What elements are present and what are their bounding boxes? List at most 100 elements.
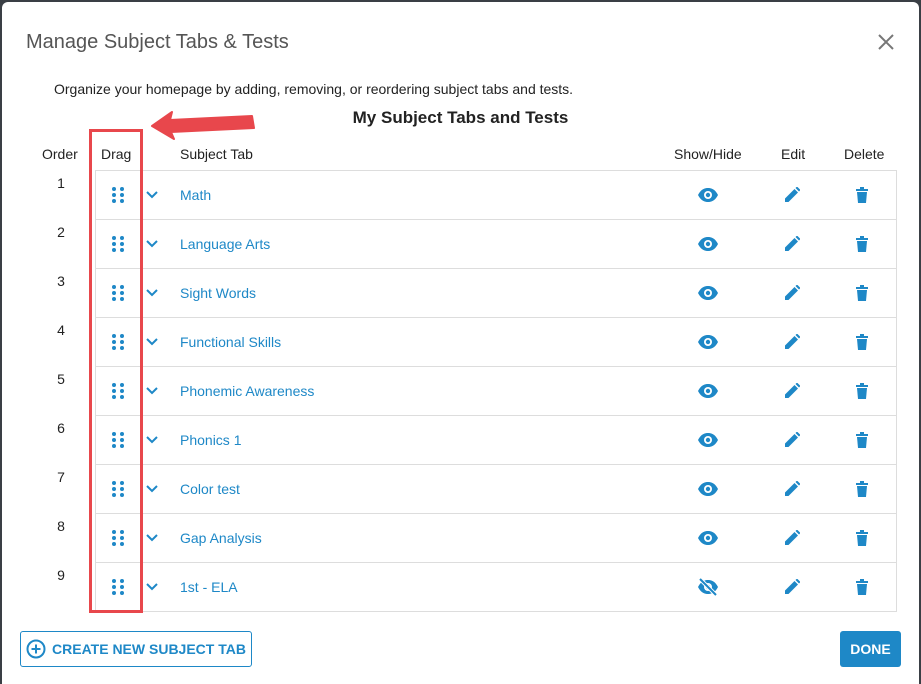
done-button[interactable]: DONE: [840, 631, 901, 667]
table-row: Color test: [96, 465, 896, 514]
show-hide-toggle[interactable]: [696, 171, 720, 219]
trash-icon: [855, 236, 869, 252]
column-header-show-hide: Show/Hide: [674, 146, 742, 162]
drag-handle-icon: [111, 284, 125, 302]
delete-button[interactable]: [852, 563, 872, 611]
show-hide-toggle[interactable]: [696, 367, 720, 415]
subject-tab-name[interactable]: Phonics 1: [180, 416, 241, 464]
subject-tab-name[interactable]: Language Arts: [180, 220, 270, 268]
trash-icon: [855, 187, 869, 203]
drag-handle[interactable]: [108, 563, 128, 611]
table-row: Functional Skills: [96, 318, 896, 367]
expand-toggle[interactable]: [144, 367, 160, 415]
drag-handle[interactable]: [108, 367, 128, 415]
show-hide-toggle[interactable]: [696, 416, 720, 464]
expand-toggle[interactable]: [144, 514, 160, 562]
delete-button[interactable]: [852, 514, 872, 562]
close-button[interactable]: [875, 31, 897, 53]
expand-toggle[interactable]: [144, 416, 160, 464]
drag-handle[interactable]: [108, 269, 128, 317]
drag-handle[interactable]: [108, 318, 128, 366]
chevron-down-icon: [145, 533, 159, 543]
delete-button[interactable]: [852, 220, 872, 268]
edit-button[interactable]: [782, 220, 802, 268]
eye-icon: [697, 432, 719, 448]
pencil-icon: [784, 481, 800, 497]
order-number: 6: [57, 420, 65, 436]
pencil-icon: [784, 334, 800, 350]
plus-circle-icon: [26, 639, 46, 659]
show-hide-toggle[interactable]: [696, 465, 720, 513]
close-icon: [878, 34, 894, 50]
expand-toggle[interactable]: [144, 269, 160, 317]
edit-button[interactable]: [782, 318, 802, 366]
subject-tab-name[interactable]: Functional Skills: [180, 318, 281, 366]
show-hide-toggle[interactable]: [696, 269, 720, 317]
expand-toggle[interactable]: [144, 318, 160, 366]
chevron-down-icon: [145, 582, 159, 592]
drag-handle-icon: [111, 578, 125, 596]
delete-button[interactable]: [852, 318, 872, 366]
pencil-icon: [784, 530, 800, 546]
subject-tab-name[interactable]: Gap Analysis: [180, 514, 262, 562]
chevron-down-icon: [145, 239, 159, 249]
subject-tab-name[interactable]: Sight Words: [180, 269, 256, 317]
pencil-icon: [784, 285, 800, 301]
delete-button[interactable]: [852, 416, 872, 464]
trash-icon: [855, 383, 869, 399]
eye-icon: [697, 285, 719, 301]
expand-toggle[interactable]: [144, 220, 160, 268]
edit-button[interactable]: [782, 171, 802, 219]
chevron-down-icon: [145, 288, 159, 298]
edit-button[interactable]: [782, 416, 802, 464]
order-number: 4: [57, 322, 65, 338]
drag-handle[interactable]: [108, 416, 128, 464]
edit-button[interactable]: [782, 514, 802, 562]
edit-button[interactable]: [782, 465, 802, 513]
drag-handle[interactable]: [108, 220, 128, 268]
subject-tab-name[interactable]: Color test: [180, 465, 240, 513]
edit-button[interactable]: [782, 563, 802, 611]
edit-button[interactable]: [782, 367, 802, 415]
table-row: Gap Analysis: [96, 514, 896, 563]
expand-toggle[interactable]: [144, 465, 160, 513]
order-number: 7: [57, 469, 65, 485]
delete-button[interactable]: [852, 269, 872, 317]
chevron-down-icon: [145, 435, 159, 445]
subject-tab-name[interactable]: Math: [180, 171, 211, 219]
order-number: 8: [57, 518, 65, 534]
column-header-order: Order: [42, 146, 78, 162]
dialog-title: Manage Subject Tabs & Tests: [26, 31, 289, 53]
eye-icon: [697, 481, 719, 497]
eye-icon: [697, 383, 719, 399]
expand-toggle[interactable]: [144, 171, 160, 219]
chevron-down-icon: [145, 337, 159, 347]
pencil-icon: [784, 236, 800, 252]
drag-handle[interactable]: [108, 465, 128, 513]
table-row: Language Arts: [96, 220, 896, 269]
create-new-subject-tab-button[interactable]: CREATE NEW SUBJECT TAB: [20, 631, 252, 667]
table-row: Phonemic Awareness: [96, 367, 896, 416]
column-header-subject-tab: Subject Tab: [180, 146, 253, 162]
expand-toggle[interactable]: [144, 563, 160, 611]
dialog-description: Organize your homepage by adding, removi…: [54, 81, 574, 97]
delete-button[interactable]: [852, 465, 872, 513]
delete-button[interactable]: [852, 171, 872, 219]
column-header-delete: Delete: [844, 146, 885, 162]
drag-handle-icon: [111, 382, 125, 400]
order-number: 2: [57, 224, 65, 240]
delete-button[interactable]: [852, 367, 872, 415]
subject-tab-name[interactable]: Phonemic Awareness: [180, 367, 314, 415]
trash-icon: [855, 481, 869, 497]
edit-button[interactable]: [782, 269, 802, 317]
drag-handle[interactable]: [108, 514, 128, 562]
show-hide-toggle[interactable]: [696, 563, 720, 611]
show-hide-toggle[interactable]: [696, 318, 720, 366]
trash-icon: [855, 285, 869, 301]
subject-tab-name[interactable]: 1st - ELA: [180, 563, 238, 611]
show-hide-toggle[interactable]: [696, 220, 720, 268]
eye-icon: [697, 187, 719, 203]
show-hide-toggle[interactable]: [696, 514, 720, 562]
table-row: Phonics 1: [96, 416, 896, 465]
drag-handle[interactable]: [108, 171, 128, 219]
